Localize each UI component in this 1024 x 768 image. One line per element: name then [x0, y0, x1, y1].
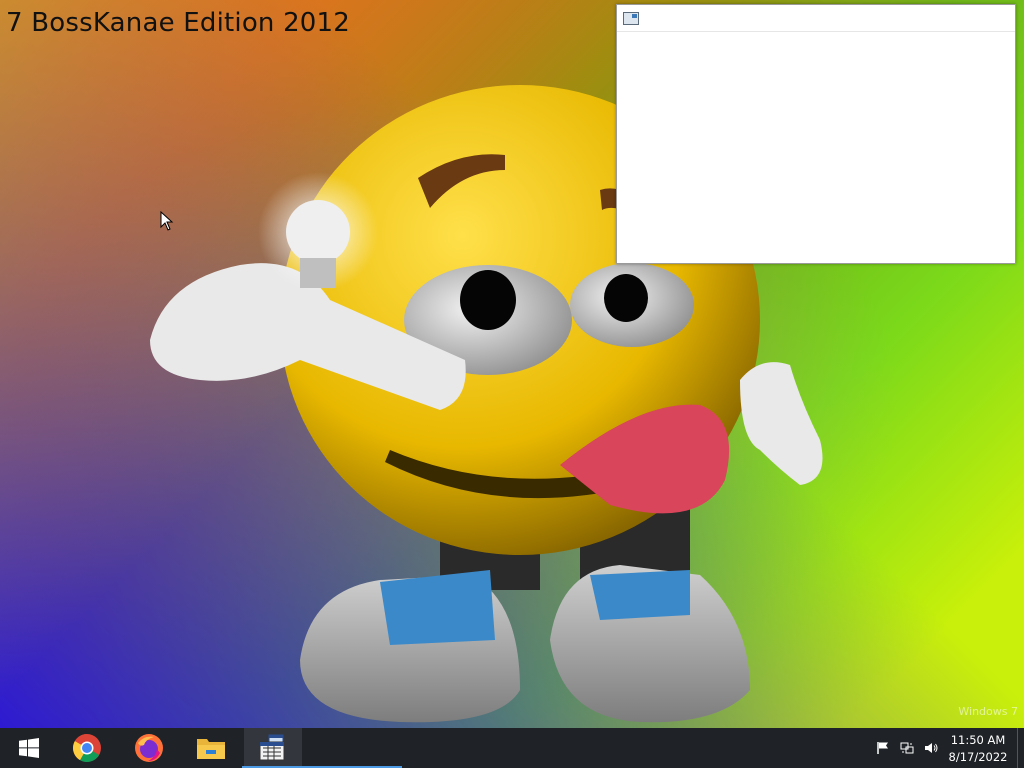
volume-icon[interactable]: [924, 741, 938, 755]
flag-icon[interactable]: [876, 741, 890, 755]
start-button[interactable]: [0, 728, 58, 768]
windows-logo-icon: [19, 738, 39, 758]
windows-watermark: Windows 7: [958, 705, 1018, 718]
clock-date: 8/17/2022: [948, 750, 1008, 764]
clock-time: 11:50 AM: [950, 733, 1006, 747]
running-app-button[interactable]: [244, 728, 302, 768]
file-explorer-button[interactable]: [182, 728, 240, 768]
taskbar: 11:50 AM 8/17/2022: [0, 728, 1024, 768]
wallpaper-title-text: 7 BossKanae Edition 2012: [6, 8, 351, 38]
taskbar-clock[interactable]: 11:50 AM 8/17/2022: [944, 732, 1012, 766]
folder-icon: [197, 739, 225, 759]
window-app-icon: [623, 12, 639, 25]
mouse-cursor-icon: [160, 211, 174, 231]
firefox-icon: [135, 734, 163, 762]
chrome-button[interactable]: [58, 728, 116, 768]
network-icon[interactable]: [900, 741, 914, 755]
app-window-icon: [259, 734, 285, 761]
show-desktop-button[interactable]: [1017, 728, 1024, 768]
chrome-icon: [73, 734, 101, 762]
desktop[interactable]: 7 BossKanae Edition 2012 Windows 7: [0, 0, 1024, 728]
firefox-button[interactable]: [120, 728, 178, 768]
window-titlebar[interactable]: [617, 5, 1015, 32]
blank-app-window[interactable]: [616, 4, 1016, 264]
